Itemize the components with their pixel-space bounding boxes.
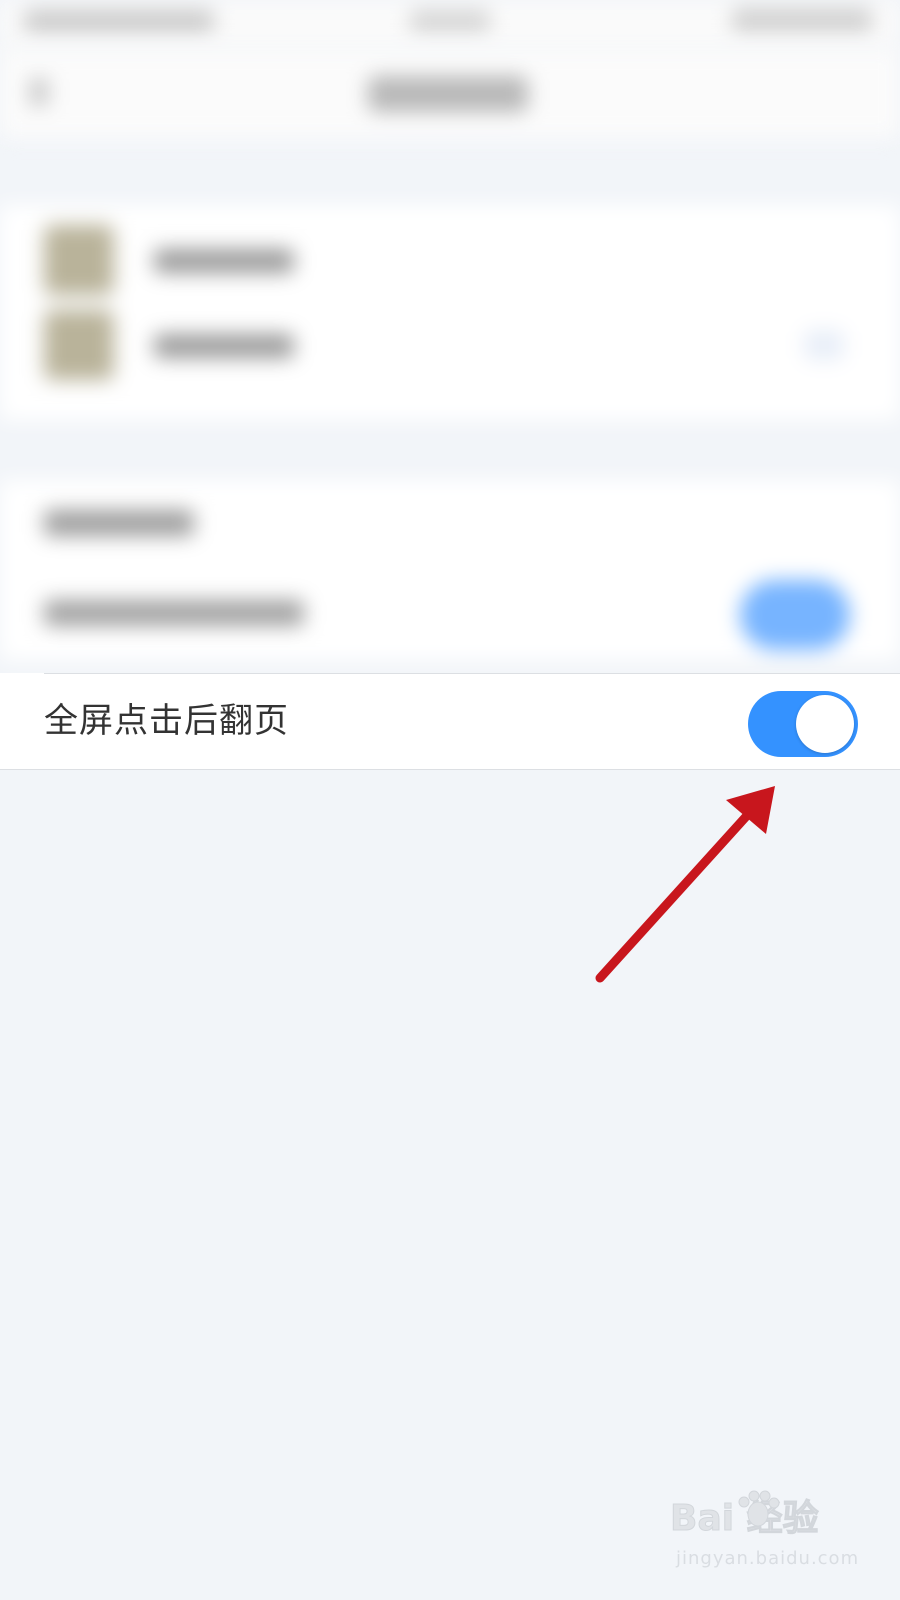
setting-label — [44, 600, 304, 626]
back-icon[interactable] — [30, 78, 48, 106]
thumbnail — [44, 310, 114, 380]
toggle-switch[interactable] — [748, 691, 858, 757]
list-item[interactable] — [44, 225, 864, 305]
list-item-label — [154, 249, 294, 273]
status-battery — [732, 8, 872, 32]
section-title — [44, 510, 194, 536]
status-time — [410, 10, 490, 32]
setting-label: 全屏点击后翻页 — [44, 701, 289, 741]
status-bar — [0, 0, 900, 48]
thumbnail — [44, 225, 114, 295]
navigation-bar — [0, 48, 900, 138]
blurred-settings-card — [0, 205, 900, 420]
watermark-url: jingyan.baidu.com — [676, 1548, 860, 1569]
blurred-settings-card-2 — [0, 480, 900, 660]
setting-row-fullscreen-tap-page-turn[interactable]: 全屏点击后翻页 — [0, 673, 900, 770]
toggle-switch[interactable] — [740, 580, 850, 650]
baidu-paw-logo-icon: Bai 经验 — [670, 1490, 819, 1540]
page-title — [368, 76, 528, 112]
check-icon — [804, 330, 844, 360]
list-item-label — [154, 334, 294, 358]
list-item[interactable] — [44, 310, 864, 390]
status-carrier — [24, 10, 214, 32]
baidu-jingyan-watermark: Bai 经验 jingyan.baidu.com — [670, 1486, 858, 1576]
toggle-knob — [796, 695, 854, 753]
